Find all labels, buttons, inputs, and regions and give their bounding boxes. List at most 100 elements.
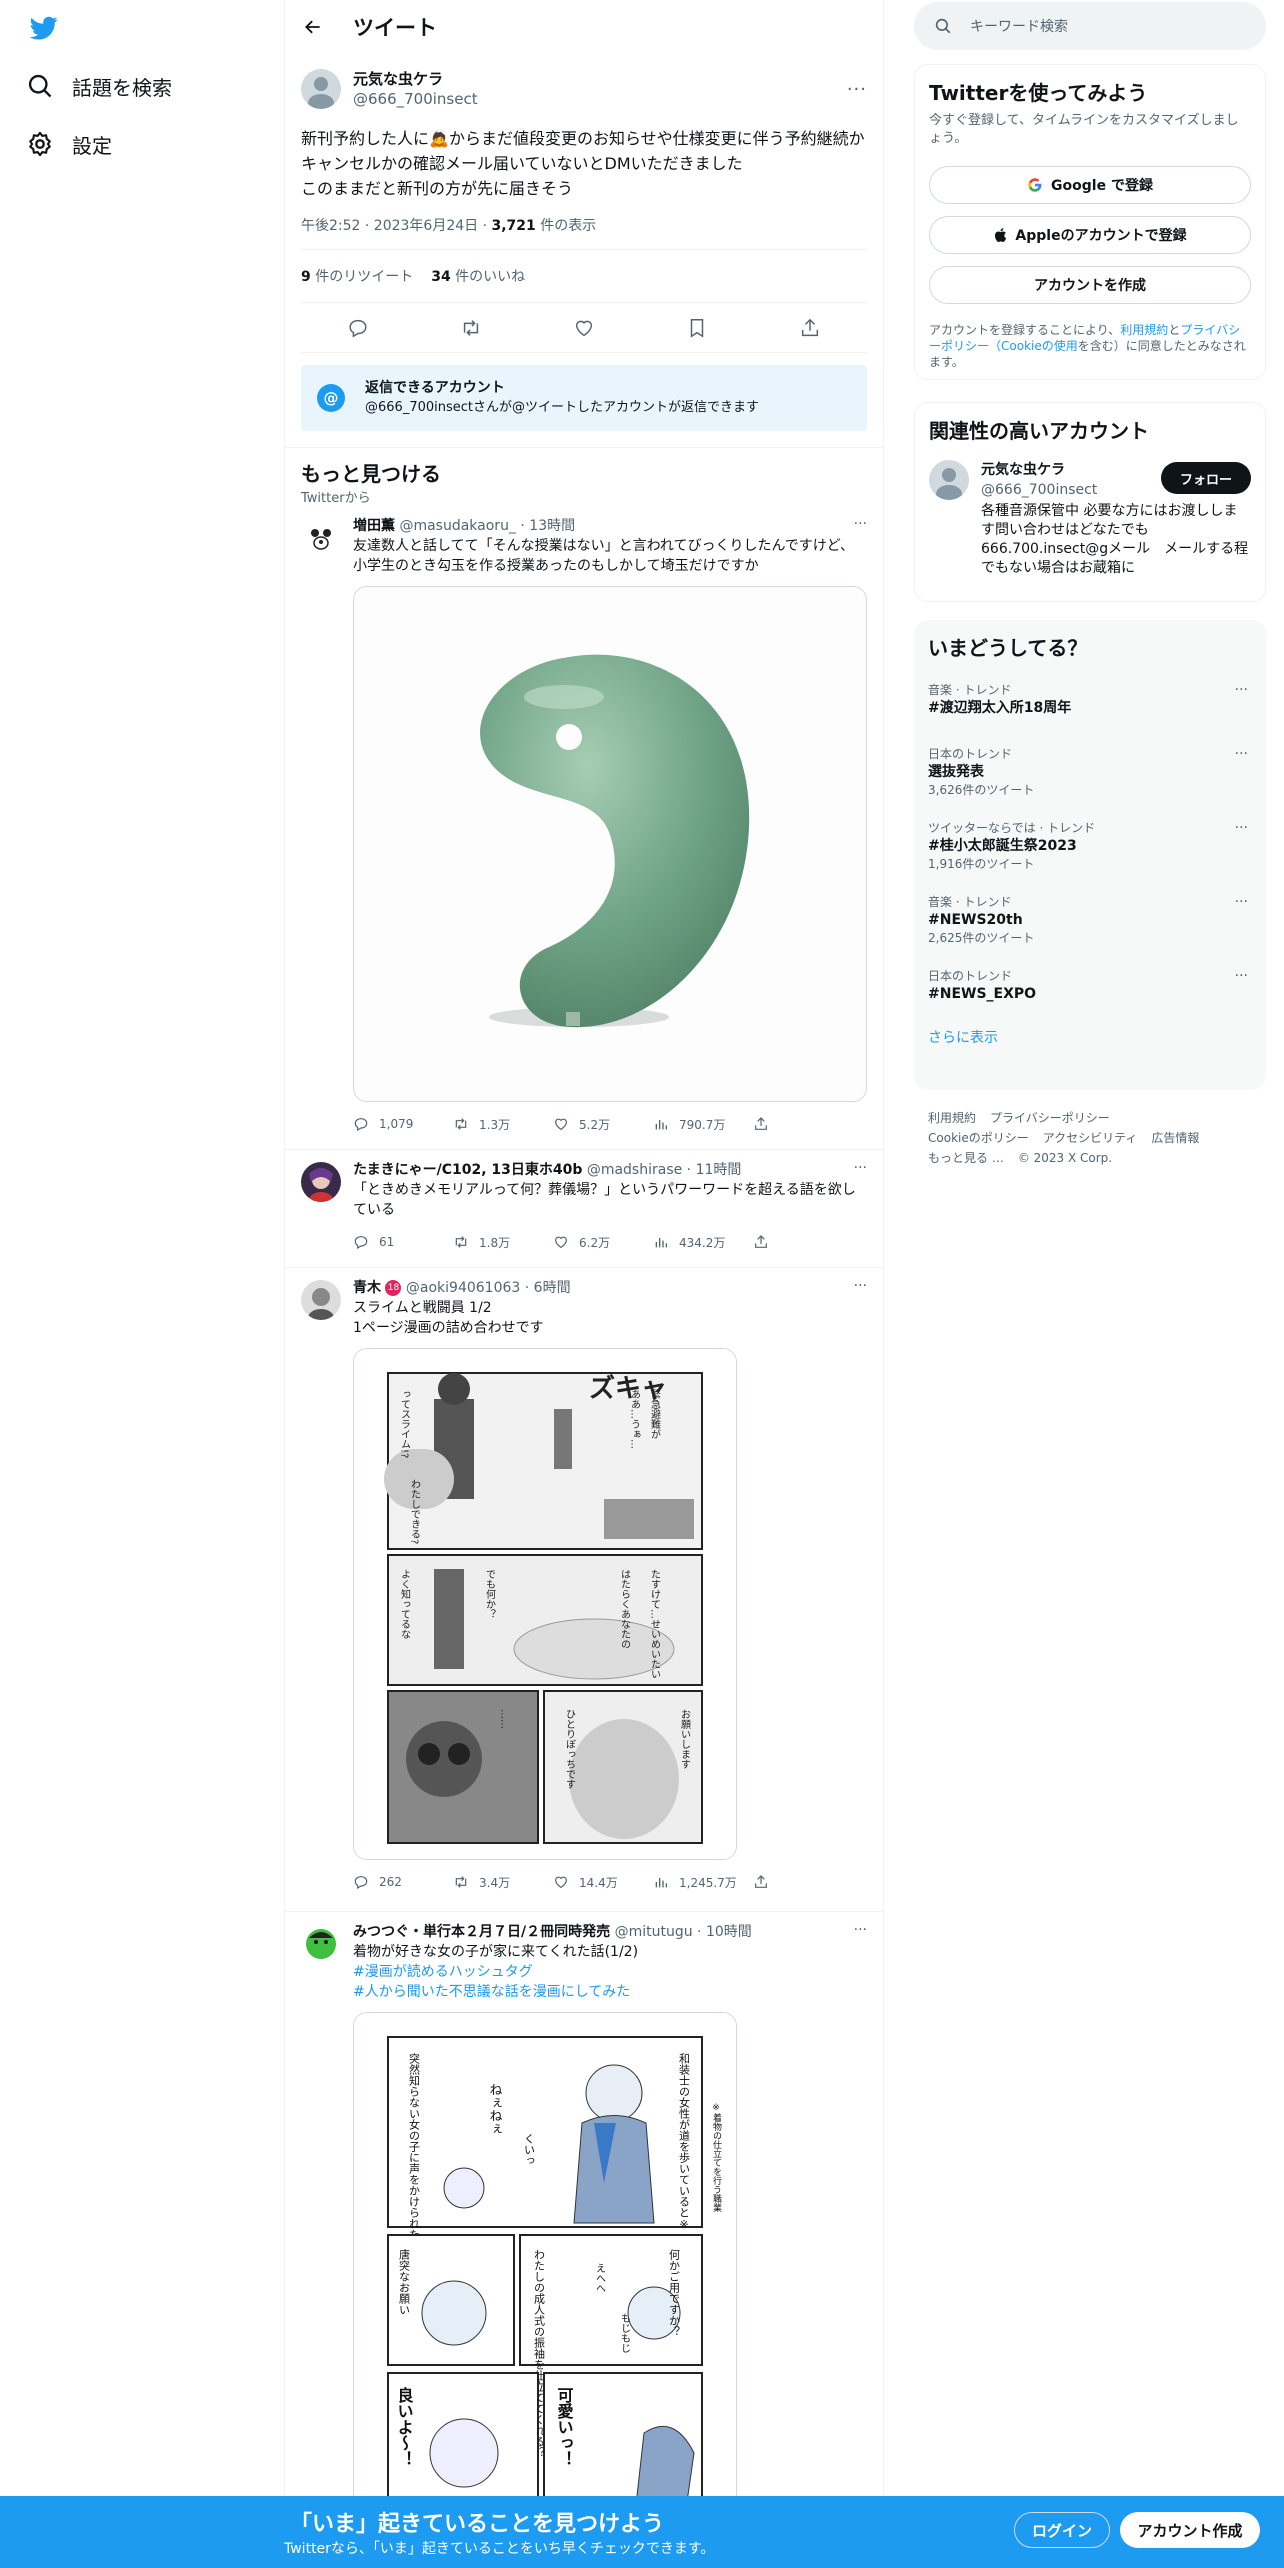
hashtag-link[interactable]: #人から聞いた不思議な話を漫画にしてみた [353,1982,867,2002]
footer-link[interactable]: もっと見る … [928,1151,1004,1165]
show-more-link[interactable]: さらに表示 [928,1027,1252,1047]
more-icon[interactable]: ··· [854,516,867,532]
tweet-time[interactable]: · 11時間 [682,1162,742,1178]
avatar[interactable] [301,518,341,558]
share-button[interactable] [753,1874,853,1890]
svg-text:よく知ってるな: よく知ってるな [399,1569,411,1639]
likes-stat[interactable]: 34 件のいいね [431,266,525,286]
main-tweet-handle[interactable]: @666_700insect [353,89,478,109]
tweet-image-manga[interactable]: 和装士の女性が道を歩いていると※ 突然知らない女の子に声をかけられた ねぇねぇ … [353,2012,737,2532]
nav-settings[interactable]: 設定 [26,124,112,164]
share-button[interactable] [753,1234,853,1250]
signup-title: Twitterを使ってみよう [929,81,1148,105]
search-input[interactable]: キーワード検索 [914,2,1266,50]
trend-item[interactable]: 音楽 · トレンド #NEWS20th 2,625件のツイート ··· [928,893,1252,947]
timeline-tweet[interactable]: 増田薫 @masudakaoru_ · 13時間 ··· 友達数人と話してて「そ… [285,506,883,1150]
bookmark-icon[interactable] [686,317,708,339]
views-button[interactable]: 790.7万 [653,1116,753,1133]
more-icon[interactable]: ··· [1235,967,1248,985]
tweet-author-handle[interactable]: @mitutugu [615,1924,693,1940]
tweet-timestamp[interactable]: 午後2:52 · 2023年6月24日 · [301,218,492,234]
retweets-stat[interactable]: 9 件のリツイート [301,266,413,286]
timeline-tweet[interactable]: みつつぐ・単行本２月７日/２冊同時発売 @mitutugu · 10時間 ···… [285,1912,883,2532]
login-button[interactable]: ログイン [1014,2512,1110,2548]
tweet-author-handle[interactable]: @masudakaoru_ [399,518,515,534]
more-icon[interactable]: ··· [1235,893,1248,911]
hashtag-link[interactable]: #漫画が読めるハッシュタグ [353,1962,867,1982]
avatar[interactable] [929,460,969,500]
more-icon[interactable]: ··· [1235,745,1248,763]
avatar[interactable] [301,1162,341,1202]
create-account-button[interactable]: アカウントを作成 [929,266,1251,304]
share-icon [755,1117,767,1130]
avatar[interactable] [301,69,341,109]
like-button[interactable]: 6.2万 [553,1234,653,1251]
share-icon[interactable] [799,317,821,339]
main-column: ツイート 元気な虫ケラ @666_700insect ··· 新刊予約した人に🙇… [284,0,884,2568]
footer-link[interactable]: プライバシーポリシー [990,1111,1110,1125]
share-button[interactable] [753,1116,853,1132]
avatar[interactable] [301,1280,341,1320]
trend-item[interactable]: ツイッターならでは · トレンド #桂小太郎誕生祭2023 1,916件のツイー… [928,819,1252,873]
trend-item[interactable]: 音楽 · トレンド #渡辺翔太入所18周年 ··· [928,681,1252,717]
main-tweet-name[interactable]: 元気な虫ケラ [353,69,478,89]
svg-text:……: …… [499,1709,510,1729]
related-title: 関連性の高いアカウント [929,419,1149,443]
like-button[interactable]: 14.4万 [553,1874,653,1891]
retweet-button[interactable]: 1.8万 [453,1234,553,1251]
trend-item[interactable]: 日本のトレンド #NEWS_EXPO ··· [928,967,1252,1003]
tweet-author-name[interactable]: 増田薫 [353,518,395,534]
twitter-logo-icon[interactable] [28,14,60,42]
footer-link[interactable]: 利用規約 [928,1111,976,1125]
signup-button[interactable]: アカウント作成 [1120,2512,1260,2548]
tweet-time[interactable]: · 6時間 [520,1280,571,1296]
main-tweet-meta: 午後2:52 · 2023年6月24日 · 3,721 件の表示 [301,215,867,250]
reply-button[interactable]: 1,079 [353,1116,453,1132]
tweet-text: スライムと戦闘員 1/2 1ページ漫画の詰め合わせです [353,1300,544,1336]
reply-button[interactable]: 61 [353,1234,453,1250]
tweet-author-name[interactable]: 青木 [353,1280,381,1296]
tweet-author-handle[interactable]: @madshirase [587,1162,682,1178]
like-button[interactable]: 5.2万 [553,1116,653,1133]
more-icon[interactable]: ··· [854,1278,867,1294]
apple-signup-button[interactable]: Appleのアカウントで登録 [929,216,1251,254]
reply-icon[interactable] [347,317,369,339]
analytics-icon [655,1238,667,1248]
arrow-left-icon[interactable] [303,17,323,37]
tweet-time[interactable]: · 10時間 [693,1924,752,1940]
google-signup-button[interactable]: Google で登録 [929,166,1251,204]
more-icon[interactable]: ··· [854,1160,867,1176]
more-icon[interactable]: ··· [854,1922,867,1938]
more-icon[interactable]: ··· [1235,681,1248,699]
footer-link[interactable]: アクセシビリティ [1043,1131,1138,1145]
cookie-link[interactable]: （Cookieの使用 [989,339,1078,353]
copyright: © 2023 X Corp. [1017,1151,1113,1165]
trend-item[interactable]: 日本のトレンド 選抜発表 3,626件のツイート ··· [928,745,1252,799]
retweet-button[interactable]: 1.3万 [453,1116,553,1133]
terms-link[interactable]: 利用規約 [1120,323,1168,337]
avatar[interactable] [301,1924,341,1964]
more-icon[interactable]: ··· [847,79,867,100]
related-account[interactable]: 元気な虫ケラ @666_700insect 各種音源保管中 必要な方にはお渡しし… [929,460,1251,578]
views-button[interactable]: 434.2万 [653,1234,753,1251]
follow-button[interactable]: フォロー [1161,462,1251,494]
retweet-button[interactable]: 3.4万 [453,1874,553,1891]
more-icon[interactable]: ··· [1235,819,1248,837]
nav-explore[interactable]: 話題を検索 [26,66,172,106]
views-button[interactable]: 1,245.7万 [653,1874,753,1891]
footer-link[interactable]: Cookieのポリシー [928,1131,1029,1145]
tweet-author-handle[interactable]: @aoki94061063 [406,1280,520,1296]
reply-button[interactable]: 262 [353,1874,453,1890]
timeline-tweet[interactable]: たまきにゃー/C102, 13日東ホ40b @madshirase · 11時間… [285,1150,883,1268]
tweet-author-name[interactable]: たまきにゃー/C102, 13日東ホ40b [353,1162,582,1178]
timeline-tweet[interactable]: 青木 18 @aoki94061063 · 6時間 ··· スライムと戦闘員 1… [285,1268,883,1912]
footer-link[interactable]: 広告情報 [1151,1131,1199,1145]
tweet-actions: 262 3.4万 14.4万 1,245.7万 [353,1870,867,1894]
reply-notice-text: @666_700insectさんが@ツイートしたアカウントが返信できます [365,400,759,415]
tweet-image-magatama[interactable] [353,586,867,1102]
tweet-image-manga[interactable]: ズキャ ってスライム!? わたしできる? ああ…うぁ… 緊急避難が よく知ってる… [353,1348,737,1860]
retweet-icon[interactable] [460,317,482,339]
tweet-time[interactable]: · 13時間 [516,518,575,534]
like-icon[interactable] [573,317,595,339]
tweet-author-name[interactable]: みつつぐ・単行本２月７日/２冊同時発売 [353,1924,610,1940]
